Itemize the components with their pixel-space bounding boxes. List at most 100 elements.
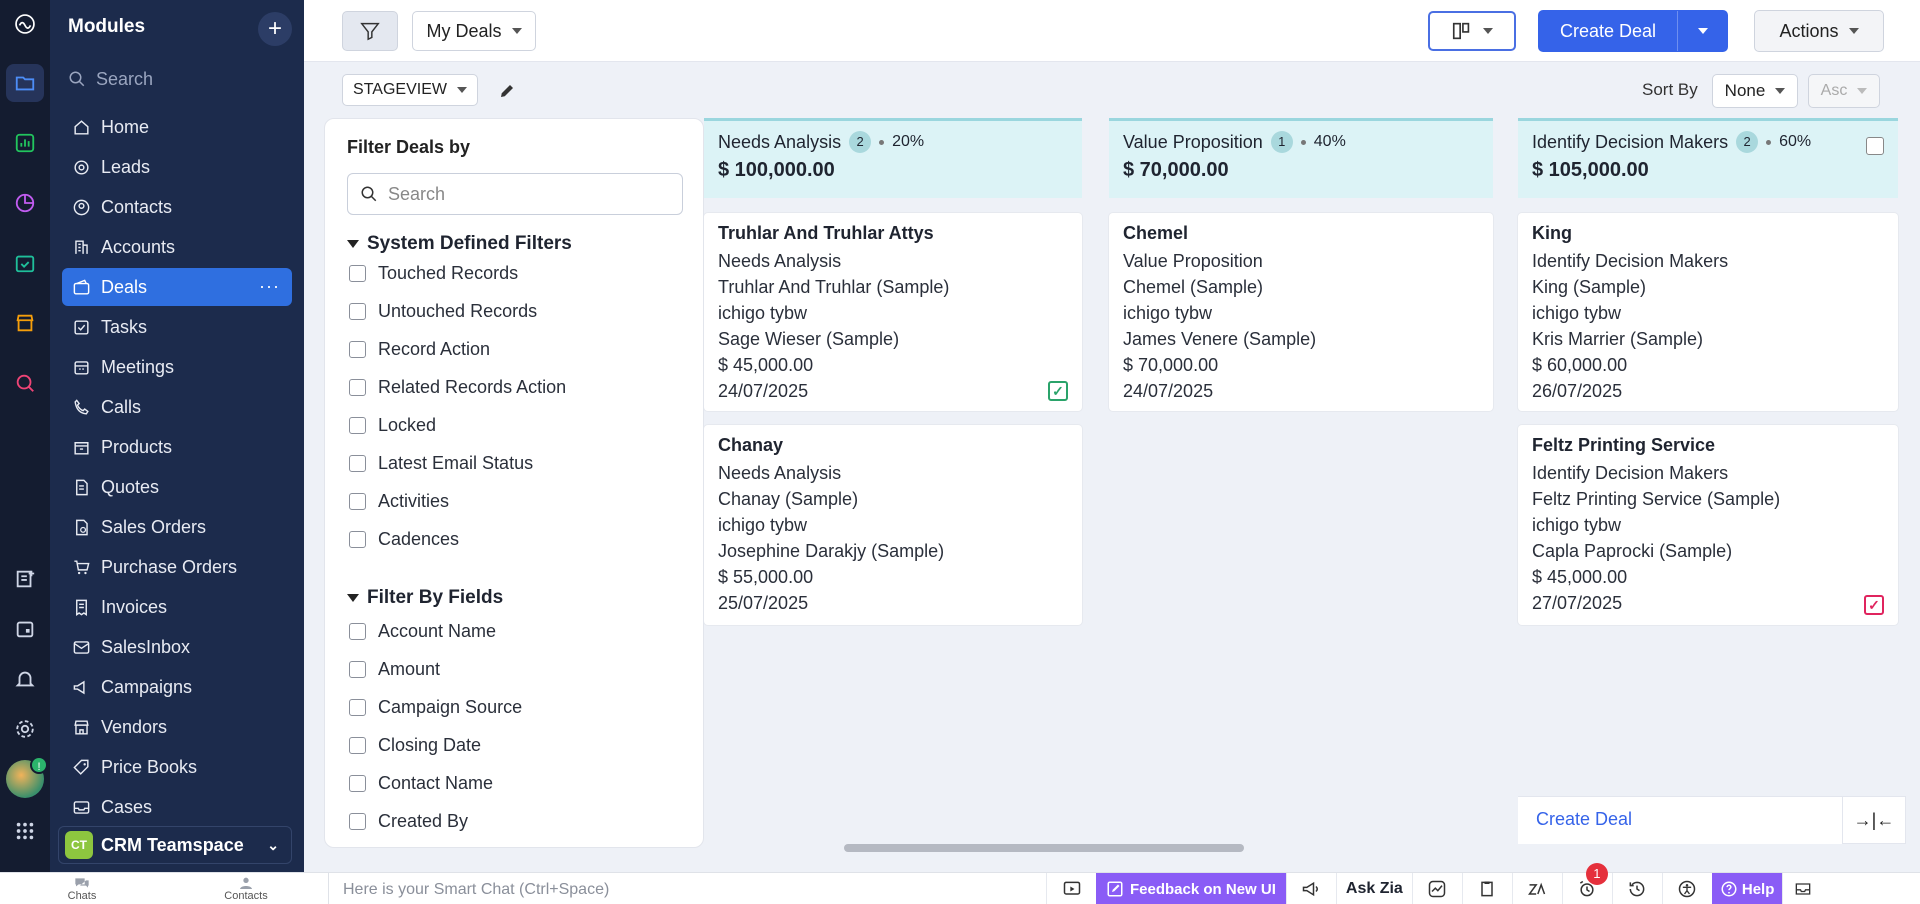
filter-search-input[interactable]: Search (347, 173, 683, 215)
ask-zia-button[interactable]: Ask Zia (1335, 873, 1412, 904)
rail-settings-icon[interactable] (6, 710, 44, 748)
notes-button[interactable] (1461, 873, 1512, 904)
filter-checkbox[interactable] (349, 455, 366, 472)
add-module-button[interactable]: + (258, 12, 292, 46)
user-avatar[interactable]: ! (6, 756, 48, 798)
collapse-columns-button[interactable]: →|← (1842, 796, 1906, 844)
zia-button[interactable] (1511, 873, 1562, 904)
sidebar-item-contacts[interactable]: Contacts (62, 188, 292, 226)
rail-apps-grid-icon[interactable] (6, 812, 44, 850)
sidebar-search[interactable]: Search (68, 64, 288, 94)
filter-checkbox[interactable] (349, 493, 366, 510)
recent-items-button[interactable] (1611, 873, 1662, 904)
filter-option[interactable]: Record Action (349, 339, 490, 360)
filter-checkbox[interactable] (349, 303, 366, 320)
deal-name[interactable]: King (1532, 223, 1898, 244)
field-filter-option[interactable]: Campaign Source (349, 697, 522, 718)
filter-option[interactable]: Related Records Action (349, 377, 566, 398)
sidebar-item-sales-orders[interactable]: Sales Orders (62, 508, 292, 546)
field-filter-option[interactable]: Closing Date (349, 735, 481, 756)
rail-calendar-icon[interactable] (6, 610, 44, 648)
field-filter-option[interactable]: Created By (349, 811, 468, 832)
help-button[interactable]: Help (1711, 873, 1783, 904)
sidebar-item-salesinbox[interactable]: SalesInbox (62, 628, 292, 666)
filter-option[interactable]: Activities (349, 491, 449, 512)
filter-checkbox[interactable] (349, 265, 366, 282)
sidebar-item-purchase-orders[interactable]: Purchase Orders (62, 548, 292, 586)
deal-name[interactable]: Chanay (718, 435, 1082, 456)
deal-name[interactable]: Truhlar And Truhlar Attys (718, 223, 1082, 244)
teamspace-switcher[interactable]: CT CRM Teamspace ⌄ (58, 826, 292, 864)
sidebar-item-invoices[interactable]: Invoices (62, 588, 292, 626)
sidebar-item-campaigns[interactable]: Campaigns (62, 668, 292, 706)
view-switcher-dropdown[interactable] (1428, 11, 1516, 51)
rail-notes-icon[interactable] (6, 560, 44, 598)
sidebar-item-products[interactable]: Products (62, 428, 292, 466)
filter-toggle-button[interactable] (342, 11, 398, 51)
rail-analytics-icon[interactable] (6, 184, 44, 222)
task-overdue-icon[interactable]: ✓ (1864, 595, 1884, 615)
field-filter-option[interactable]: Contact Name (349, 773, 493, 794)
screen-share-button[interactable] (1046, 873, 1096, 904)
rail-modules-icon[interactable] (6, 64, 44, 102)
sort-field-dropdown[interactable]: None (1712, 74, 1798, 108)
filter-checkbox[interactable] (349, 775, 366, 792)
filter-checkbox[interactable] (349, 813, 366, 830)
sidebar-item-calls[interactable]: Calls (62, 388, 292, 426)
rail-reports-icon[interactable] (6, 124, 44, 162)
sidebar-item-vendors[interactable]: Vendors (62, 708, 292, 746)
task-complete-icon[interactable]: ✓ (1048, 381, 1068, 401)
edit-pencil-icon[interactable] (498, 82, 516, 100)
sidebar-item-accounts[interactable]: Accounts (62, 228, 292, 266)
create-deal-button[interactable]: Create Deal (1538, 10, 1728, 52)
custom-view-dropdown[interactable]: My Deals (412, 11, 536, 51)
filter-checkbox[interactable] (349, 341, 366, 358)
sidebar-item-leads[interactable]: Leads (62, 148, 292, 186)
deal-card[interactable]: Feltz Printing Service Identify Decision … (1518, 425, 1898, 625)
filter-option[interactable]: Locked (349, 415, 436, 436)
filter-checkbox[interactable] (349, 379, 366, 396)
more-options-icon[interactable]: ··· (259, 276, 280, 297)
reminders-button[interactable]: 1 (1561, 863, 1612, 904)
rail-marketplace-icon[interactable] (6, 304, 44, 342)
filter-checkbox[interactable] (349, 661, 366, 678)
filter-checkbox[interactable] (349, 417, 366, 434)
sales-signals-button[interactable] (1782, 873, 1822, 904)
sidebar-item-meetings[interactable]: Meetings (62, 348, 292, 386)
filter-option[interactable]: Touched Records (349, 263, 518, 284)
zoho-crm-logo-icon[interactable] (6, 10, 44, 42)
system-filters-section-toggle[interactable]: System Defined Filters (347, 233, 572, 255)
contacts-tab[interactable]: Contacts (164, 873, 328, 904)
filter-checkbox[interactable] (349, 531, 366, 548)
filter-option[interactable]: Latest Email Status (349, 453, 533, 474)
accessibility-button[interactable] (1661, 873, 1712, 904)
sidebar-item-cases[interactable]: Cases (62, 788, 292, 826)
horizontal-scrollbar[interactable] (704, 842, 1920, 852)
field-filters-section-toggle[interactable]: Filter By Fields (347, 587, 503, 609)
filter-checkbox[interactable] (349, 623, 366, 640)
actions-dropdown[interactable]: Actions (1754, 10, 1884, 52)
scrollbar-thumb[interactable] (844, 844, 1244, 852)
rail-activities-icon[interactable] (6, 244, 44, 282)
create-deal-options-button[interactable] (1677, 11, 1727, 51)
rail-search-icon[interactable] (6, 364, 44, 402)
signals-button[interactable] (1411, 873, 1462, 904)
deal-card[interactable]: Chanay Needs Analysis Chanay (Sample) ichig… (704, 425, 1082, 625)
chats-tab[interactable]: Chats (0, 873, 164, 904)
deal-name[interactable]: Feltz Printing Service (1532, 435, 1898, 456)
feedback-button[interactable]: Feedback on New UI (1096, 873, 1286, 904)
column-select-checkbox[interactable] (1866, 137, 1884, 155)
field-filter-option[interactable]: Account Name (349, 621, 496, 642)
sidebar-item-home[interactable]: Home (62, 108, 292, 146)
deal-card[interactable]: Truhlar And Truhlar Attys Needs Analysis T… (704, 213, 1082, 411)
rail-notifications-icon[interactable] (6, 660, 44, 698)
sidebar-item-quotes[interactable]: Quotes (62, 468, 292, 506)
sort-order-dropdown[interactable]: Asc (1808, 74, 1880, 108)
filter-option[interactable]: Cadences (349, 529, 459, 550)
stageview-dropdown[interactable]: STAGEVIEW (342, 74, 478, 106)
sidebar-item-price-books[interactable]: Price Books (62, 748, 292, 786)
announcements-button[interactable] (1285, 873, 1336, 904)
field-filter-option[interactable]: Amount (349, 659, 440, 680)
filter-option[interactable]: Untouched Records (349, 301, 537, 322)
smart-chat-input[interactable]: Here is your Smart Chat (Ctrl+Space) (328, 873, 1046, 904)
